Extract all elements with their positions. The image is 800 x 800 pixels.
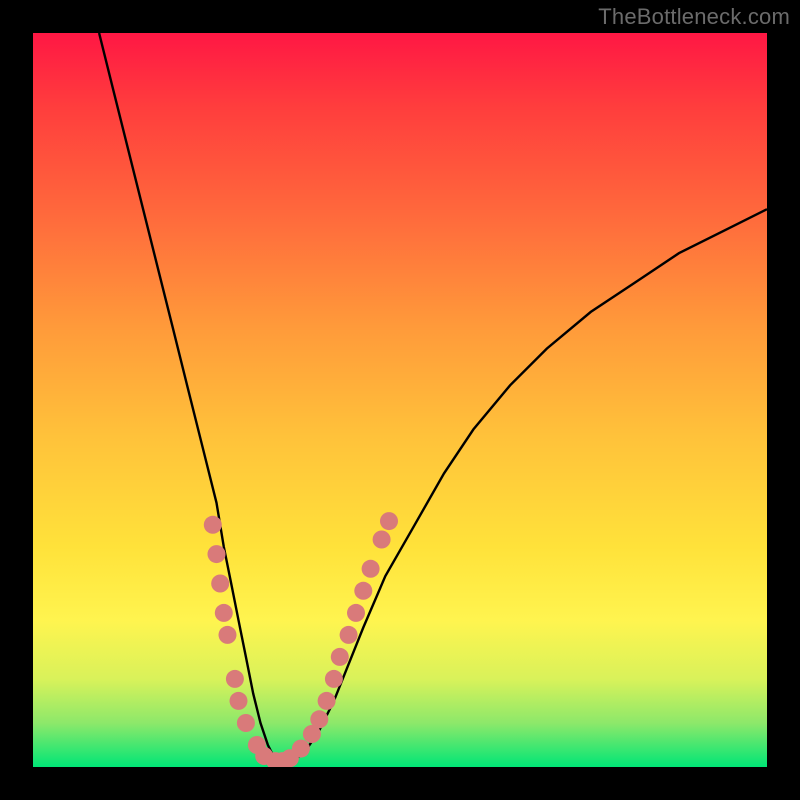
sample-dot [215,604,233,622]
chart-frame: TheBottleneck.com [0,0,800,800]
sample-dot [362,560,380,578]
sample-dot [380,512,398,530]
sample-dot [226,670,244,688]
sample-dots [204,512,398,767]
bottleneck-curve [99,33,767,767]
sample-dot [204,516,222,534]
sample-dot [318,692,336,710]
sample-dot [331,648,349,666]
sample-dot [325,670,343,688]
sample-dot [237,714,255,732]
plot-area [33,33,767,767]
sample-dot [219,626,237,644]
watermark-text: TheBottleneck.com [598,4,790,30]
chart-svg [33,33,767,767]
sample-dot [292,740,310,758]
sample-dot [211,575,229,593]
sample-dot [230,692,248,710]
sample-dot [347,604,365,622]
sample-dot [373,531,391,549]
sample-dot [354,582,372,600]
sample-dot [310,710,328,728]
sample-dot [208,545,226,563]
sample-dot [340,626,358,644]
